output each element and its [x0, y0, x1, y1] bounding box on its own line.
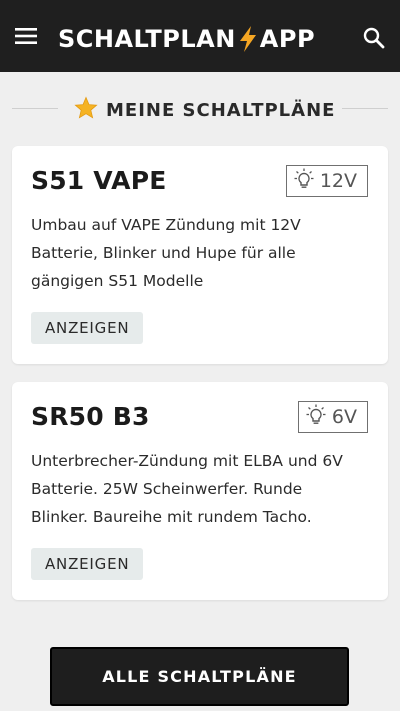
divider-left: [12, 108, 58, 109]
card-description: Umbau auf VAPE Zündung mit 12V Batterie,…: [31, 216, 301, 290]
card-title: S51 VAPE: [31, 166, 167, 195]
lightbulb-icon: [306, 404, 326, 431]
voltage-label: 6V: [331, 406, 357, 428]
section-title: MEINE SCHALTPLÄNE: [106, 100, 336, 121]
voltage-badge: 6V: [297, 401, 368, 433]
hamburger-menu-icon[interactable]: [14, 24, 38, 48]
app-bar: SCHALTPLAN APP: [0, 0, 400, 72]
app-logo-text-right: APP: [259, 25, 316, 53]
schaltplan-card: SR50 B3 6V Unterbrecher-Zündung mit ELBA…: [12, 382, 388, 600]
schaltplan-card: S51 VAPE 12V Umbau auf VAPE Zündung mit …: [12, 146, 388, 364]
app-logo-text-left: SCHALTPLAN: [58, 25, 236, 53]
voltage-label: 12V: [319, 170, 357, 192]
lightbulb-icon: [294, 168, 314, 195]
star-icon: [74, 96, 98, 125]
section-heading: MEINE SCHALTPLÄNE: [0, 92, 400, 126]
divider-right: [342, 108, 388, 109]
app-logo: SCHALTPLAN APP: [58, 22, 315, 56]
all-schaltplaene-button[interactable]: ALLE SCHALTPLÄNE: [50, 647, 349, 706]
section-title-wrap: MEINE SCHALTPLÄNE: [74, 96, 335, 125]
show-button[interactable]: ANZEIGEN: [31, 312, 144, 344]
card-title: SR50 B3: [31, 402, 150, 431]
lightning-bolt-icon: [237, 25, 259, 53]
show-button[interactable]: ANZEIGEN: [31, 548, 144, 580]
card-description: Unterbrecher-Zündung mit ELBA und 6V Bat…: [31, 452, 343, 526]
search-icon[interactable]: [362, 26, 386, 50]
voltage-badge: 12V: [285, 165, 368, 197]
